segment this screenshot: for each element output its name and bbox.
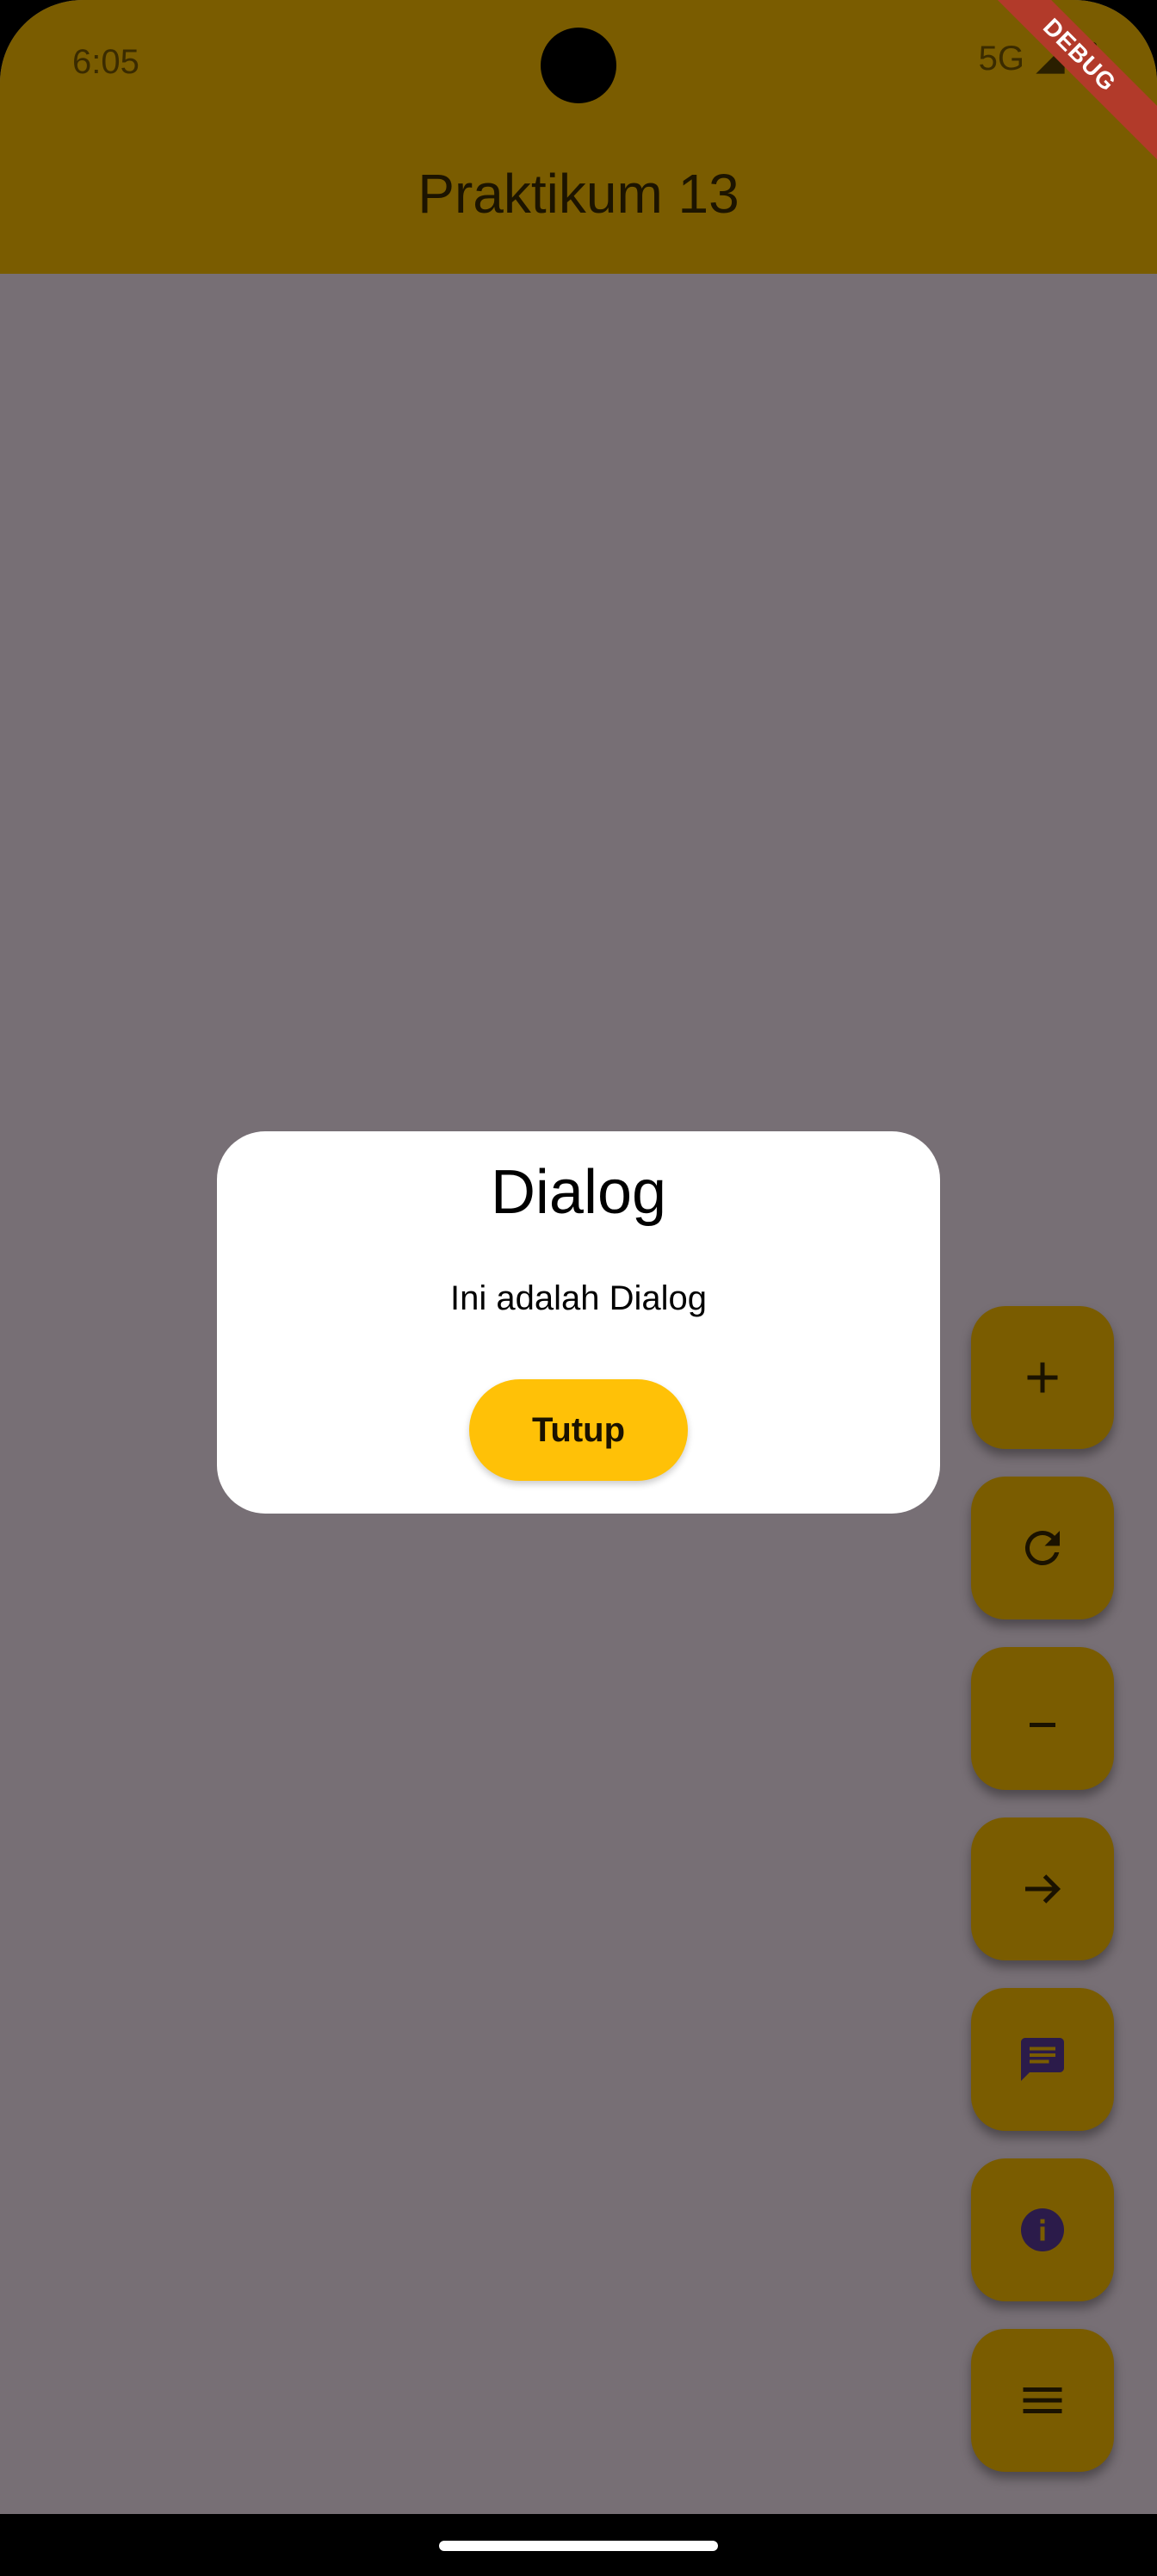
- message-icon: [1021, 2038, 1064, 2081]
- info-icon: [1021, 2208, 1064, 2251]
- refresh-button[interactable]: [971, 1477, 1114, 1619]
- page-title: Praktikum 13: [418, 163, 739, 225]
- add-icon: [1027, 1362, 1058, 1393]
- app-bar: 6:05 5G Praktikum 13 DEBUG: [0, 0, 1157, 274]
- menu-button[interactable]: [971, 2329, 1114, 2472]
- dialog: Dialog Ini adalah Dialog Tutup: [217, 1131, 940, 1514]
- app-screen: 6:05 5G Praktikum 13 DEBUG Dialog Ini ad…: [0, 0, 1157, 2514]
- remove-icon: [1030, 1723, 1055, 1727]
- forward-button[interactable]: [971, 1817, 1114, 1960]
- refresh-icon: [1024, 1531, 1060, 1565]
- camera-cutout: [541, 28, 616, 103]
- info-button[interactable]: [971, 2158, 1114, 2301]
- add-button[interactable]: [971, 1306, 1114, 1449]
- menu-icon: [1023, 2387, 1062, 2413]
- gesture-nav-bar[interactable]: [439, 2541, 718, 2551]
- dialog-title: Dialog: [490, 1158, 667, 1227]
- dialog-message: Ini adalah Dialog: [450, 1279, 707, 1317]
- network-label: 5G: [978, 40, 1024, 77]
- debug-banner: DEBUG: [968, 0, 1157, 166]
- arrow-forward-icon: [1025, 1874, 1061, 1904]
- message-button[interactable]: [971, 1988, 1114, 2131]
- remove-button[interactable]: [971, 1647, 1114, 1790]
- status-time: 6:05: [72, 43, 139, 81]
- close-button[interactable]: Tutup: [469, 1379, 688, 1481]
